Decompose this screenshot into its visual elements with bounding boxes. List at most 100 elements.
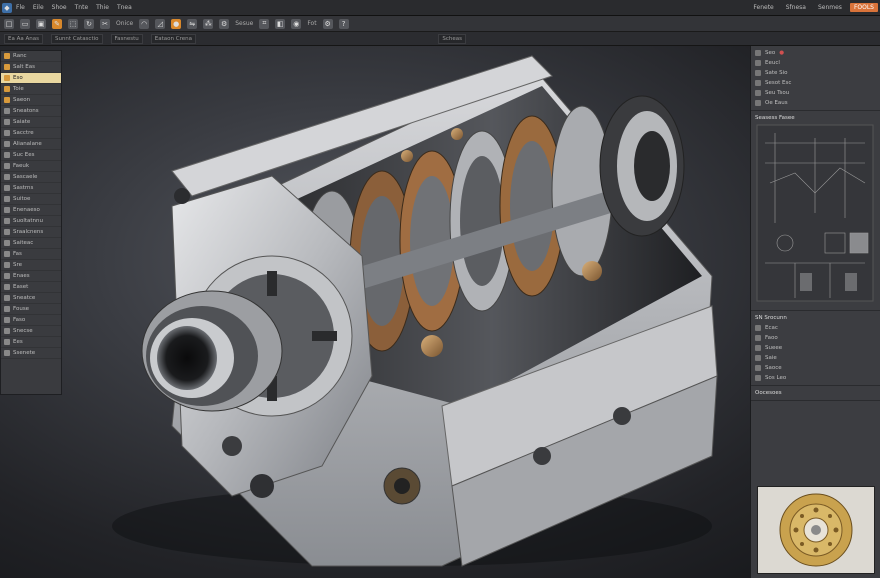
3d-viewport[interactable] — [62, 46, 750, 578]
rp-s2-row-2[interactable]: Faoo — [755, 333, 876, 343]
rp-row-4[interactable]: Sesot Esc — [755, 78, 876, 88]
tree-item[interactable]: Faso — [1, 315, 61, 326]
measure-icon[interactable]: ⌗ — [259, 18, 270, 29]
tree-item[interactable]: Sre — [1, 260, 61, 271]
render-icon[interactable]: ◉ — [291, 18, 302, 29]
open-icon[interactable]: ▭ — [20, 18, 30, 29]
tab-5[interactable]: Scheas — [438, 33, 466, 44]
rp-row-5[interactable]: Seu Tsou — [755, 88, 876, 98]
toolbar-label-3[interactable]: Fot — [307, 20, 316, 27]
menu-item-show[interactable]: Shoe — [48, 4, 71, 11]
tree-item[interactable]: Sneatons — [1, 106, 61, 117]
save-icon[interactable]: ▣ — [36, 18, 46, 29]
tree-item[interactable]: Eso — [1, 73, 61, 84]
tree-item[interactable]: Easet — [1, 282, 61, 293]
menu-bar: ◆ Fle Eile Shoe Tnte Thie Tnea Fenete Sf… — [0, 0, 880, 16]
rp-s2-row-5[interactable]: Saoce — [755, 363, 876, 373]
rp-row-3[interactable]: Sate Sio — [755, 68, 876, 78]
revolve-icon[interactable]: ↻ — [84, 18, 94, 29]
tree-item-label: Ssenete — [13, 350, 36, 356]
property-icon — [755, 50, 761, 56]
tree-item[interactable]: Saeon — [1, 95, 61, 106]
property-icon — [755, 375, 761, 381]
rp-s2-row-5-label: Saoce — [765, 365, 782, 371]
properties-panel: Seo ● Eeucl Sate Sio Sesot Esc Seu Tsou O… — [750, 46, 880, 578]
tree-item[interactable]: Ssenete — [1, 348, 61, 359]
fillet-icon[interactable]: ◠ — [139, 18, 150, 29]
tree-item[interactable]: Ranc — [1, 51, 61, 62]
part-icon — [4, 273, 10, 279]
menu-item-5[interactable]: Thie — [92, 4, 113, 11]
section-icon[interactable]: ◧ — [275, 18, 286, 29]
part-preview-thumbnail[interactable] — [757, 486, 875, 574]
pattern-icon[interactable]: ⁂ — [203, 18, 214, 29]
app-logo-icon: ◆ — [2, 2, 12, 13]
rp-s2-row-1[interactable]: Ecac — [755, 323, 876, 333]
menu-item-window[interactable]: Fenete — [749, 4, 777, 11]
rp-s2-row-4[interactable]: Saie — [755, 353, 876, 363]
tree-item[interactable]: Suitoe — [1, 194, 61, 205]
rp-row-1[interactable]: Seo ● — [755, 48, 876, 58]
rp-s2-row-3[interactable]: Sueee — [755, 343, 876, 353]
menu-item-file[interactable]: Fle — [12, 4, 29, 11]
help-icon[interactable]: ? — [338, 18, 349, 29]
gearbox-model[interactable] — [62, 46, 750, 578]
rp-row-5-label: Seu Tsou — [765, 90, 790, 96]
tree-item[interactable]: Enaes — [1, 271, 61, 282]
folder-icon — [4, 64, 10, 70]
toolbar-label-2[interactable]: Sesue — [235, 20, 253, 27]
tree-item[interactable]: Sastrns — [1, 183, 61, 194]
settings-icon[interactable]: ⚙ — [322, 18, 333, 29]
tree-item[interactable]: Snecse — [1, 326, 61, 337]
tab-4[interactable]: Eataon Crena — [150, 33, 196, 44]
tree-item[interactable]: Fouse — [1, 304, 61, 315]
part-icon — [4, 196, 10, 202]
tab-1[interactable]: Ea Aa Anas — [4, 33, 43, 44]
tree-item[interactable]: Sneatce — [1, 293, 61, 304]
tree-item[interactable]: Alianalane — [1, 139, 61, 150]
assembly-icon[interactable]: ⚙ — [219, 18, 230, 29]
menu-item-4[interactable]: Tnte — [71, 4, 93, 11]
tree-item[interactable]: Fas — [1, 249, 61, 260]
tree-item[interactable]: Sraalcnens — [1, 227, 61, 238]
menu-item-6[interactable]: Tnea — [113, 4, 136, 11]
tree-item[interactable]: Enenaeso — [1, 205, 61, 216]
tree-item[interactable]: Suoltatnnu — [1, 216, 61, 227]
tree-item[interactable]: Saiate — [1, 117, 61, 128]
chamfer-icon[interactable]: ◿ — [155, 18, 166, 29]
sketch-icon[interactable]: ✎ — [52, 18, 62, 29]
cut-icon[interactable]: ✂ — [100, 18, 110, 29]
part-icon — [4, 284, 10, 290]
toolbar-label-1[interactable]: Onice — [116, 20, 133, 27]
part-icon — [4, 295, 10, 301]
new-icon[interactable]: □ — [4, 18, 14, 29]
rp-row-6[interactable]: Oe Eaus — [755, 98, 876, 108]
tab-2[interactable]: Sunnt Catasctio — [50, 33, 103, 44]
technical-drawing[interactable] — [755, 123, 875, 303]
tree-item[interactable]: Suc Ees — [1, 150, 61, 161]
part-icon — [4, 174, 10, 180]
tree-item-label: Toie — [13, 86, 24, 92]
property-icon — [755, 365, 761, 371]
tree-item[interactable]: Salt Eas — [1, 62, 61, 73]
menu-item-edit[interactable]: Eile — [29, 4, 48, 11]
tools-button[interactable]: FOOLS — [849, 3, 878, 12]
part-icon — [4, 141, 10, 147]
rp-row-3-label: Sate Sio — [765, 70, 788, 76]
tree-item[interactable]: Sascaele — [1, 172, 61, 183]
rp-row-2[interactable]: Eeucl — [755, 58, 876, 68]
property-icon — [755, 100, 761, 106]
rp-s2-row-6[interactable]: Sos Leo — [755, 373, 876, 383]
menu-item-right-3[interactable]: Senmes — [814, 4, 846, 11]
tree-item[interactable]: Faeuk — [1, 161, 61, 172]
tab-3[interactable]: Fasnestu — [110, 33, 143, 44]
rp-row-6-label: Oe Eaus — [765, 100, 788, 106]
menu-item-right-2[interactable]: Sfnesa — [782, 4, 810, 11]
material-icon[interactable]: ● — [171, 18, 182, 29]
tree-item[interactable]: Saiteac — [1, 238, 61, 249]
tree-item[interactable]: Sacctre — [1, 128, 61, 139]
tree-item[interactable]: Ees — [1, 337, 61, 348]
tree-item[interactable]: Toie — [1, 84, 61, 95]
mirror-icon[interactable]: ⇋ — [187, 18, 198, 29]
extrude-icon[interactable]: ⬚ — [68, 18, 78, 29]
